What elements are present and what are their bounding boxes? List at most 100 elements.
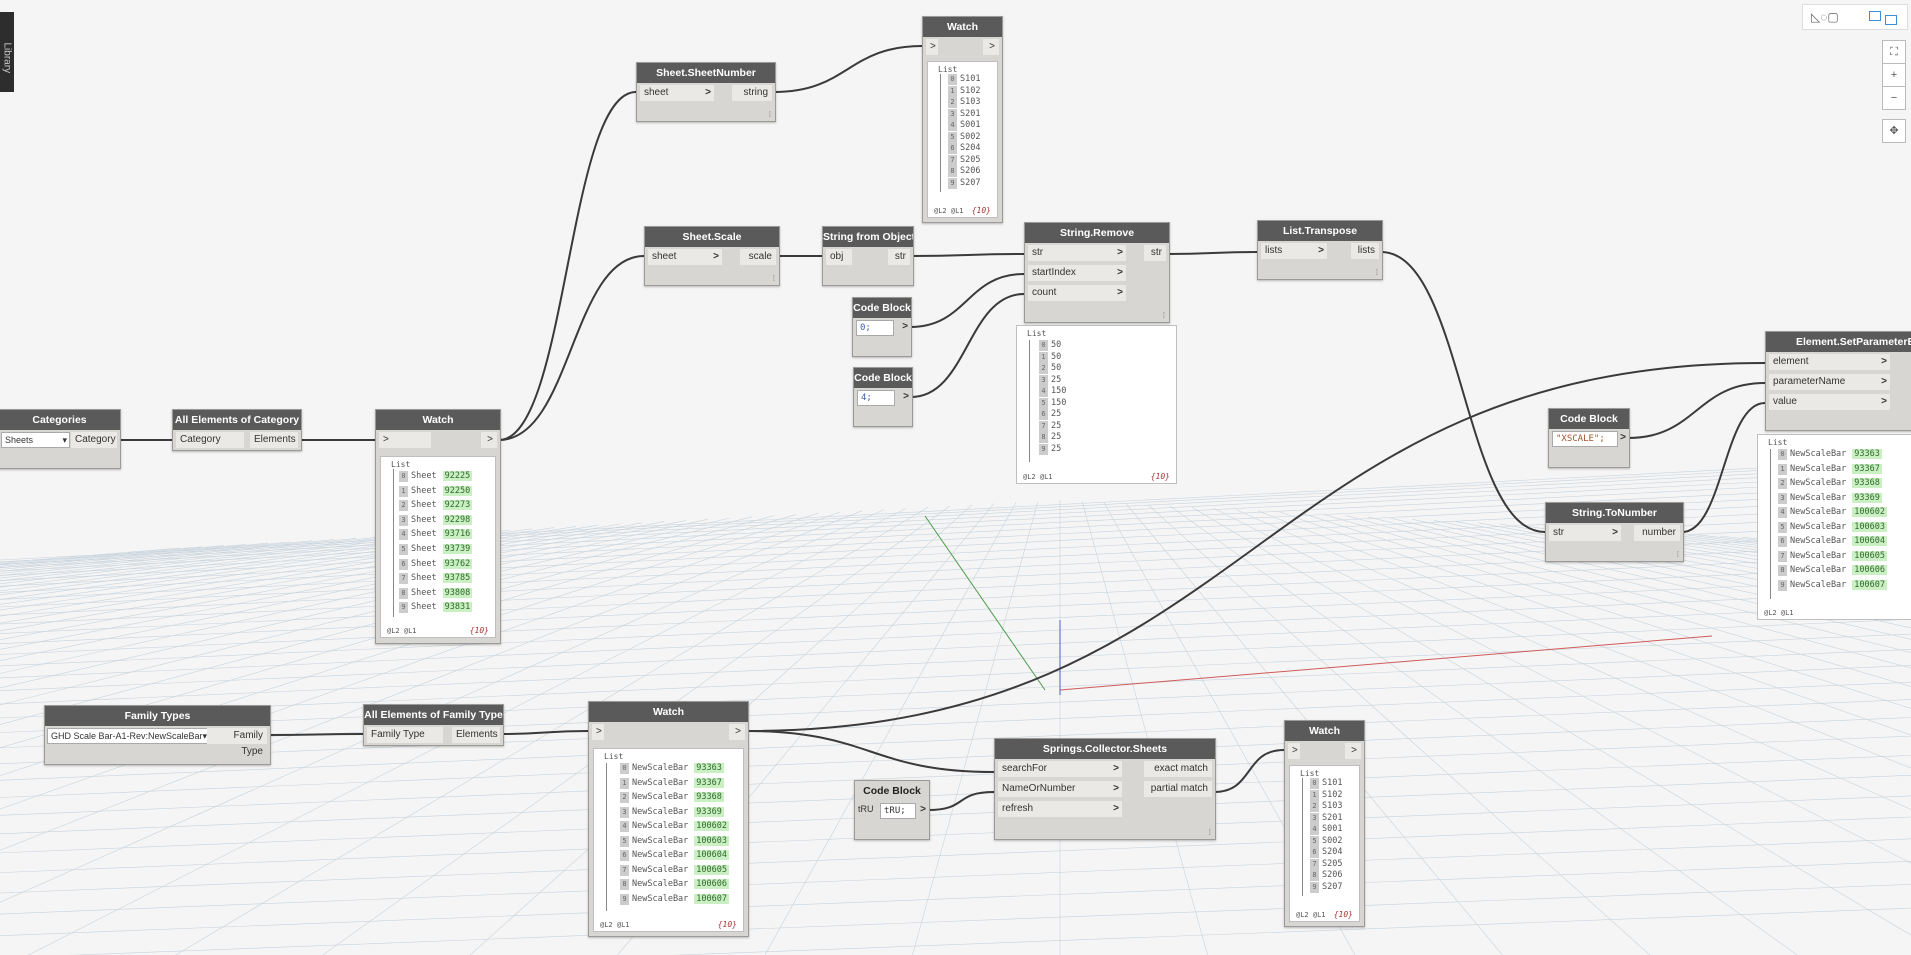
preview-bubble-string-remove[interactable]: List @L2 @L1 {10} 0 50 1 50 2 50 3 25 4 150 5 150 6 2…	[1016, 325, 1177, 484]
input-port-family-type[interactable]: Family Type	[367, 727, 443, 743]
node-family-types[interactable]: Family Types GHD Scale Bar-A1-Rev:NewSca…	[44, 705, 271, 765]
node-sheet-sheetnumber[interactable]: Sheet.SheetNumber sheet > string ⁞	[636, 62, 776, 122]
element-id[interactable]: 100606	[694, 879, 730, 889]
element-id[interactable]: 100607	[694, 893, 730, 904]
resize-gripper[interactable]: ⁞	[769, 110, 771, 119]
element-id[interactable]: 100607	[1852, 579, 1888, 590]
output-port-category[interactable]: Category	[71, 432, 117, 448]
watch-preview[interactable]: List @L2 @L1 {10} 0 S101 1 S102 2 S103 3 S201 4 S…	[927, 61, 998, 218]
element-id[interactable]: 92250	[442, 485, 473, 496]
element-id[interactable]: 92225	[442, 471, 473, 481]
element-id[interactable]: 93367	[694, 777, 724, 788]
node-code-block-xscale[interactable]: Code Block "XSCALE"; >	[1548, 408, 1630, 468]
node-code-block-zero[interactable]: Code Block 0; >	[852, 297, 912, 357]
element-id[interactable]: 93808	[442, 587, 473, 598]
element-id[interactable]: 100605	[694, 864, 730, 875]
node-string-remove[interactable]: String.Remove str > str startIndex > count…	[1024, 222, 1170, 323]
output-port[interactable]: >	[1345, 743, 1361, 759]
output-port[interactable]: >	[920, 804, 926, 815]
element-id[interactable]: 100602	[1852, 507, 1888, 517]
code-editor[interactable]: tRU;	[880, 803, 916, 819]
resize-gripper[interactable]: ⁞	[773, 274, 775, 283]
graph-canvas[interactable]: Library ◺◌▢ ⛶ + − ✥ Categories Sheets ▾ C…	[0, 0, 1911, 955]
element-id[interactable]: 100604	[694, 850, 730, 860]
input-port[interactable]: >	[926, 39, 938, 55]
input-port-parametername[interactable]: parameterName >	[1769, 374, 1890, 390]
resize-gripper[interactable]: ⁞	[1376, 268, 1378, 277]
output-port[interactable]: >	[1620, 432, 1626, 443]
output-port[interactable]: >	[481, 432, 497, 448]
connector-wire[interactable]	[1681, 402, 1766, 533]
element-id[interactable]: 93363	[694, 763, 724, 773]
element-id[interactable]: 93367	[1852, 463, 1882, 474]
output-port-partial-match[interactable]: partial match	[1144, 781, 1212, 797]
watch-preview[interactable]: List @L2 @L1 {10} 0 NewScaleBar 93363 1 NewS…	[593, 748, 744, 932]
library-tab[interactable]: Library	[0, 12, 14, 92]
element-id[interactable]: 93369	[1852, 492, 1882, 503]
family-type-dropdown[interactable]: GHD Scale Bar-A1-Rev:NewScaleBar ▾	[47, 728, 210, 744]
output-port-elements[interactable]: Elements	[452, 727, 500, 743]
node-all-elements-of-family-type[interactable]: All Elements of Family Type Family Type …	[363, 704, 504, 746]
output-port-str[interactable]: str	[888, 249, 910, 265]
preview-bubble-setparameter[interactable]: List @L2 @L1 0 NewScaleBar 93363 1 NewScaleB…	[1757, 434, 1911, 620]
input-port-sheet[interactable]: sheet >	[640, 85, 714, 101]
pan-icon[interactable]: ✥	[1882, 119, 1906, 143]
connector-wire[interactable]	[909, 273, 1025, 328]
3d-view-icon[interactable]: ◺◌▢	[1811, 9, 1851, 25]
input-port-lists[interactable]: lists >	[1261, 243, 1327, 259]
watch-preview[interactable]: List @L2 @L1 {10} 0 S101 1 S102 2 S103 3 S201 4 S…	[1289, 765, 1360, 922]
input-port-sheet[interactable]: sheet >	[648, 249, 722, 265]
resize-gripper[interactable]: ⁞	[1163, 311, 1165, 320]
output-port-string[interactable]: string	[732, 85, 772, 101]
element-id[interactable]: 100602	[694, 821, 730, 831]
element-id[interactable]: 100604	[1852, 536, 1888, 546]
node-element-setparameterbyname[interactable]: Element.SetParameterByName element> para…	[1765, 331, 1911, 431]
watch-preview[interactable]: List @L2 @L1 {10} 0 Sheet 92225 1 Sheet 92250…	[380, 456, 496, 638]
node-code-block-four[interactable]: Code Block 4; >	[853, 367, 913, 427]
connector-wire[interactable]	[498, 91, 637, 441]
input-port-value[interactable]: value >	[1769, 394, 1890, 410]
output-port[interactable]: >	[729, 724, 745, 740]
node-categories[interactable]: Categories Sheets ▾ Category	[0, 409, 121, 469]
output-port-scale[interactable]: scale	[740, 249, 776, 265]
output-port-lists[interactable]: lists	[1351, 243, 1379, 259]
output-port[interactable]: >	[903, 391, 909, 402]
input-port-str[interactable]: str >	[1549, 525, 1621, 541]
node-all-elements-of-category[interactable]: All Elements of Category Category Elemen…	[172, 409, 302, 451]
output-port-family-type[interactable]: Family Type	[207, 728, 267, 757]
output-port[interactable]: >	[902, 321, 908, 332]
input-port[interactable]: >	[379, 432, 431, 448]
element-id[interactable]: 93368	[694, 792, 724, 802]
output-port-str[interactable]: str	[1144, 245, 1166, 261]
category-dropdown[interactable]: Sheets ▾	[1, 432, 70, 448]
node-springs-collector-sheets[interactable]: Springs.Collector.Sheets searchFor > exac…	[994, 738, 1216, 840]
element-id[interactable]: 100606	[1852, 565, 1888, 575]
code-editor[interactable]: 0;	[856, 320, 894, 336]
connector-wire[interactable]	[1167, 251, 1258, 255]
resize-gripper[interactable]: ⁞	[1209, 828, 1211, 837]
element-id[interactable]: 100605	[1852, 550, 1888, 561]
zoom-out-button[interactable]: −	[1882, 86, 1906, 110]
input-port-count[interactable]: count >	[1028, 285, 1126, 301]
connector-wire[interactable]	[498, 255, 645, 441]
element-id[interactable]: 92273	[442, 500, 473, 511]
element-id[interactable]: 93762	[442, 558, 473, 569]
element-id[interactable]: 93739	[442, 544, 473, 554]
node-string-from-object[interactable]: String from Object obj str	[822, 226, 914, 286]
zoom-in-button[interactable]: +	[1882, 63, 1906, 87]
code-editor[interactable]: 4;	[857, 390, 895, 406]
code-editor[interactable]: "XSCALE";	[1552, 431, 1618, 447]
input-port[interactable]: >	[592, 724, 604, 740]
input-port-category[interactable]: Category	[176, 432, 244, 448]
element-id[interactable]: 100603	[1852, 521, 1888, 532]
element-id[interactable]: 100603	[694, 835, 730, 846]
zoom-fit-icon[interactable]: ⛶	[1882, 40, 1906, 64]
connector-wire[interactable]	[773, 45, 923, 93]
element-id[interactable]: 93785	[442, 573, 473, 584]
output-port-elements[interactable]: Elements	[250, 432, 298, 448]
connector-wire[interactable]	[910, 293, 1025, 398]
input-port-refresh[interactable]: refresh >	[998, 801, 1122, 817]
connector-wire[interactable]	[1213, 749, 1285, 793]
graph-view-icon[interactable]	[1865, 9, 1901, 25]
node-sheet-scale[interactable]: Sheet.Scale sheet > scale ⁞	[644, 226, 780, 286]
